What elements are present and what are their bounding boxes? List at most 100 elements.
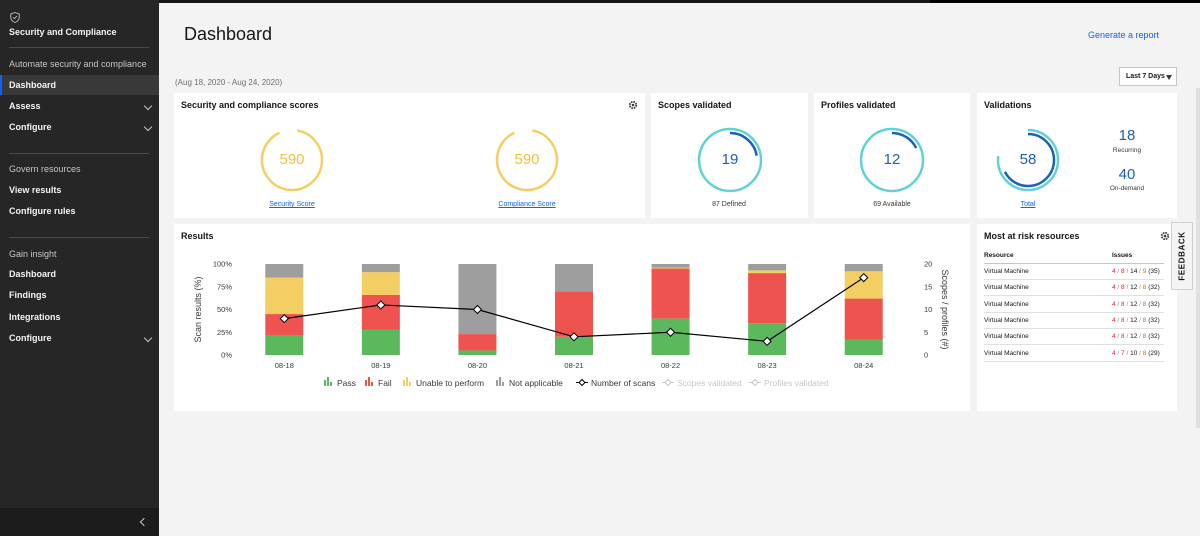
issue-count-low: 9	[1142, 268, 1147, 275]
shield-icon	[10, 12, 20, 23]
sidebar-section-govern: Govern resources	[9, 164, 81, 174]
feedback-tab[interactable]: FEEDBACK	[1171, 222, 1193, 290]
bar-segment-fail	[748, 273, 787, 324]
caret-down-icon	[1166, 75, 1172, 80]
legend-label-fail: Fail	[378, 378, 392, 388]
legend-swatch-pass	[330, 382, 332, 386]
results-card: Results 0% 25% 50% 75% 100% 0 5 10 15 20 Scan resu…	[174, 224, 970, 411]
scrollbar[interactable]	[1196, 88, 1200, 428]
compliance-score-link[interactable]: Compliance Score	[477, 201, 577, 208]
table-row[interactable]: Virtual Machine 4 / 8 / 12 / 8 (32)	[984, 313, 1164, 329]
table-row[interactable]: Virtual Machine 4 / 8 / 12 / 8 (32)	[984, 297, 1164, 313]
sidebar-item-dashboard[interactable]: Dashboard	[0, 75, 159, 95]
legend-marker-profiles-validated	[751, 378, 759, 387]
table-row[interactable]: Virtual Machine 4 / 8 / 12 / 8 (32)	[984, 280, 1164, 297]
y-tick-label: 75%	[217, 282, 232, 291]
bar-segment-pass	[458, 350, 497, 355]
risk-card-title: Most at risk resources	[984, 231, 1080, 241]
issue-count-low: 8	[1142, 349, 1147, 357]
sidebar-item-integrations[interactable]: Integrations	[0, 307, 159, 327]
profiles-card: Profiles validated 12 69 Available	[814, 93, 970, 218]
legend-swatch-not-applicable	[502, 382, 504, 386]
legend-swatch-fail	[371, 382, 373, 386]
scopes-defined: 87 Defined	[712, 201, 746, 208]
bar-segment-unable-to-perform	[361, 272, 400, 295]
legend-swatch-pass	[324, 380, 326, 386]
table-row[interactable]: Virtual Machine 4 / 8 / 12 / 8 (32)	[984, 329, 1164, 346]
top-bar	[0, 0, 1200, 3]
risk-issues: 4 / 8 / 12 / 8 (32)	[1112, 300, 1160, 308]
bar-segment-unable-to-perform	[748, 270, 787, 274]
y2-tick-label: 0	[924, 351, 928, 360]
validations-card-title: Validations	[984, 100, 1032, 110]
y2-tick-label: 15	[924, 282, 932, 291]
sidebar-item-label: Dashboard	[9, 269, 57, 279]
sidebar-item-insight-dashboard[interactable]: Dashboard	[0, 264, 159, 284]
period-dropdown[interactable]: Last 7 Days	[1119, 67, 1177, 86]
table-row[interactable]: Virtual Machine 4 / 7 / 10 / 8 (29)	[984, 346, 1164, 362]
generate-report-link[interactable]: Generate a report	[1088, 30, 1159, 40]
security-score-link[interactable]: Security Score	[242, 201, 342, 208]
risk-resource: Virtual Machine	[984, 349, 1029, 357]
sidebar-item-label: Configure	[9, 333, 52, 343]
legend-marker-number-of-scans	[578, 378, 586, 387]
sidebar-section-insight: Gain insight	[9, 249, 57, 259]
y2-tick-label: 10	[924, 305, 932, 314]
sidebar-item-findings[interactable]: Findings	[0, 285, 159, 305]
feedback-label: FEEDBACK	[1177, 231, 1187, 281]
bar-segment-pass	[361, 329, 400, 355]
risk-resource: Virtual Machine	[984, 333, 1029, 341]
sidebar-item-configure[interactable]: Configure	[0, 117, 159, 137]
chevron-left-icon[interactable]	[139, 517, 149, 527]
sidebar-item-insight-configure[interactable]: Configure	[0, 328, 159, 348]
x-tick-label: 08-24	[854, 361, 873, 370]
sidebar: Security and Compliance Automate securit…	[0, 0, 159, 536]
compliance-score-value: 590	[514, 151, 540, 168]
bar-segment-not-applicable	[265, 264, 304, 278]
legend-label-scopes-validated: Scopes validated	[677, 378, 742, 388]
risk-issues: 4 / 7 / 10 / 8 (29)	[1112, 349, 1160, 357]
y2-tick-label: 5	[924, 328, 928, 337]
security-score-value: 590	[279, 151, 305, 168]
bar-segment-unable-to-perform	[651, 267, 690, 269]
validations-total-link[interactable]: Total	[978, 201, 1078, 208]
page-title: Dashboard	[184, 24, 273, 44]
sidebar-item-assess[interactable]: Assess	[0, 96, 159, 116]
sidebar-item-view-results[interactable]: View results	[0, 180, 159, 200]
recurring-value: 18	[1118, 127, 1136, 144]
recurring-label: Recurring	[1112, 147, 1142, 154]
issue-count-low: 8	[1142, 333, 1147, 341]
chevron-down-icon	[143, 333, 153, 343]
bar-segment-fail	[458, 334, 497, 351]
risk-resource: Virtual Machine	[984, 316, 1029, 324]
bar-segment-fail	[651, 268, 690, 319]
scopes-card-title: Scopes validated	[658, 100, 732, 110]
y2-axis-label: Scopes / profiles (#)	[940, 269, 950, 349]
scopes-value: 19	[721, 151, 739, 168]
risk-resource: Virtual Machine	[984, 300, 1029, 308]
y2-tick-label: 20	[924, 260, 932, 269]
profiles-value: 12	[883, 151, 901, 168]
legend-swatch-unable-to-perform	[403, 380, 405, 386]
risk-issues: 4 / 8 / 14 / 9 (35)	[1112, 268, 1160, 275]
sidebar-item-label: Dashboard	[9, 80, 57, 90]
sidebar-divider	[9, 237, 149, 238]
bar-segment-not-applicable	[748, 264, 787, 271]
issue-count-low: 8	[1142, 284, 1147, 292]
chevron-down-icon	[143, 101, 153, 111]
bar-segment-not-applicable	[844, 264, 883, 272]
table-row[interactable]: Virtual Machine 4 / 8 / 14 / 9 (35)	[984, 264, 1164, 280]
bar-segment-not-applicable	[361, 264, 400, 273]
sidebar-item-configure-rules[interactable]: Configure rules	[0, 201, 159, 221]
bar-segment-pass	[844, 339, 883, 355]
gear-icon[interactable]	[1160, 231, 1170, 241]
sidebar-item-label: Configure rules	[9, 206, 76, 216]
legend-label-unable-to-perform: Unable to perform	[416, 378, 484, 388]
bar-segment-unable-to-perform	[265, 277, 304, 315]
scopes-card: Scopes validated 19 87 Defined	[651, 93, 808, 218]
legend-swatch-not-applicable	[499, 377, 501, 386]
y-axis-label: Scan results (%)	[193, 276, 203, 342]
gear-icon[interactable]	[628, 100, 638, 110]
y-tick-label: 25%	[217, 328, 232, 337]
legend-swatch-pass	[327, 377, 329, 386]
